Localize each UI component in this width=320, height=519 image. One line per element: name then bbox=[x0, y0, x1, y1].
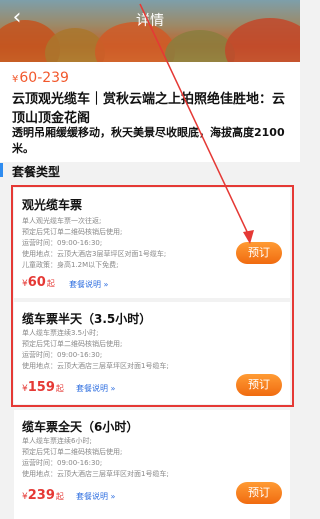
book-button[interactable]: 预订 bbox=[236, 482, 282, 504]
product-subline: 透明吊厢缓缓移动，秋天美景尽收眼底，海拔高度2100米。 bbox=[0, 124, 300, 162]
package-price: ¥60起 bbox=[22, 275, 55, 290]
package-card: 观光缆车票 单人观光缆车票一次往返; 预定后凭订单二维码核销后使用; 运营时间：… bbox=[14, 188, 290, 298]
package-details: 单人观光缆车票一次往返; 预定后凭订单二维码核销后使用; 运营时间：09:00-… bbox=[22, 217, 167, 269]
package-card: 缆车票半天（3.5小时） 单人缆车票连续3.5小时; 预定后凭订单二维码核销后使… bbox=[14, 302, 290, 404]
package-note-link[interactable]: 套餐说明 » bbox=[76, 491, 115, 502]
section-title: 套餐类型 bbox=[12, 165, 61, 179]
package-price: ¥159起 bbox=[22, 380, 64, 395]
package-name: 观光缆车票 bbox=[22, 198, 83, 212]
package-price: ¥239起 bbox=[22, 488, 64, 503]
package-name: 缆车票全天（6小时） bbox=[22, 420, 139, 434]
hero-image: ‹ 详情 bbox=[0, 0, 300, 62]
package-name: 缆车票半天（3.5小时） bbox=[22, 312, 152, 326]
page-title: 详情 bbox=[136, 13, 164, 29]
product-headline: 云顶观光缆车｜赏秋云端之上拍照绝佳胜地：云顶山顶金花阁 bbox=[12, 92, 286, 126]
book-button[interactable]: 预订 bbox=[236, 374, 282, 396]
package-note-link[interactable]: 套餐说明 » bbox=[69, 279, 108, 290]
price-range: ¥60-239 bbox=[12, 70, 69, 86]
book-button[interactable]: 预订 bbox=[236, 242, 282, 264]
package-details: 单人缆车票连续6小时; 预定后凭订单二维码核销后使用; 运营时间：09:00-1… bbox=[22, 437, 169, 478]
package-card: 缆车票全天（6小时） 单人缆车票连续6小时; 预定后凭订单二维码核销后使用; 运… bbox=[14, 410, 290, 519]
package-note-link[interactable]: 套餐说明 » bbox=[76, 383, 115, 394]
section-accent-bar bbox=[0, 163, 3, 177]
package-details: 单人缆车票连续3.5小时; 预定后凭订单二维码核销后使用; 运营时间：09:00… bbox=[22, 329, 169, 370]
